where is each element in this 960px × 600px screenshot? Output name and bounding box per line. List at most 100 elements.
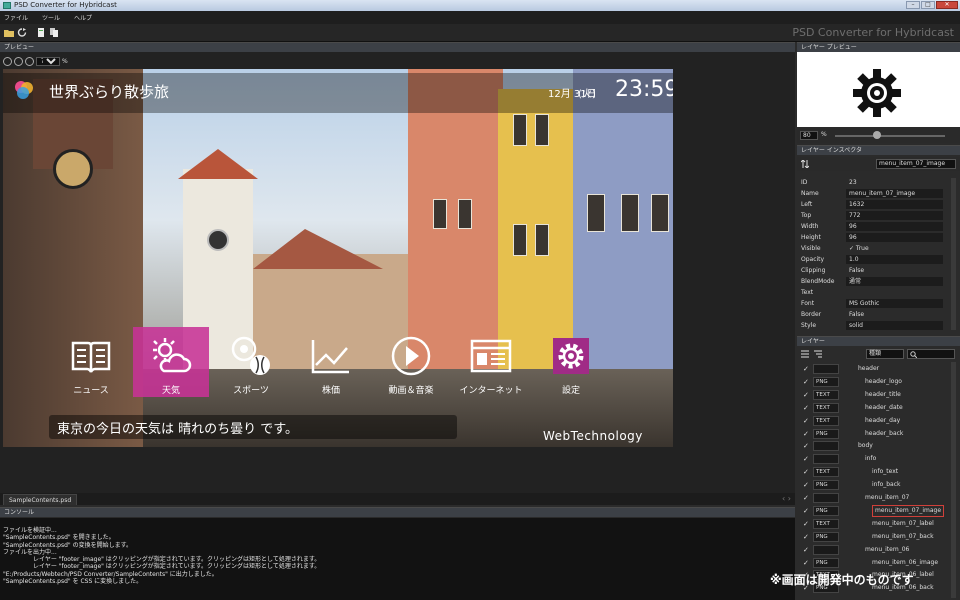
opacity-slider-knob[interactable] [873,131,881,139]
console-line: "E:/Products/Webtech/PSD Converter/Sampl… [3,570,218,578]
visibility-check-icon[interactable]: ✓ [803,507,811,515]
layer-search-input[interactable] [907,349,955,359]
collapse-all-icon[interactable] [814,350,822,358]
zoom-out-icon[interactable] [25,56,34,66]
console-line: "SampleContents.psd" を CSS に変換しました。 [3,578,143,586]
zoom-fit-icon[interactable] [3,56,12,66]
visibility-check-icon[interactable]: ✓ [803,494,811,502]
opacity-slider-track[interactable] [835,135,945,137]
layer-row[interactable]: ✓ PNG info_back [800,479,948,491]
inspector-value[interactable]: 96 [846,222,943,231]
visibility-check-icon[interactable]: ✓ [803,520,811,528]
layer-type-select[interactable]: TEXT [813,415,839,426]
layer-row[interactable]: ✓ TEXT header_day [800,415,948,427]
inspector-value[interactable]: 1632 [846,200,943,209]
visibility-check-icon[interactable]: ✓ [803,430,811,438]
inspector-layer-select[interactable]: menu_item_07_image [876,159,956,169]
layer-row[interactable]: ✓ TEXT header_title [800,389,948,401]
visibility-check-icon[interactable]: ✓ [803,404,811,412]
visibility-check-icon[interactable]: ✓ [803,442,811,450]
layer-type-select[interactable] [813,441,839,452]
menu-help[interactable]: ヘルプ [74,13,92,22]
layer-row[interactable]: ✓ menu_item_06 [800,544,948,556]
layer-type-select[interactable] [813,364,839,374]
copy-icon[interactable] [49,28,59,37]
document-tab[interactable]: SampleContents.psd [3,494,78,505]
document-icon[interactable] [36,28,46,37]
minimize-button[interactable]: – [906,1,920,9]
layer-type-select[interactable]: TEXT [813,389,839,400]
menu-item-stocks[interactable]: 株価 [293,327,369,397]
visibility-check-icon[interactable]: ✓ [803,559,811,567]
layer-row[interactable]: ✓ PNG menu_item_07_back [800,531,948,543]
layer-type-select[interactable]: TEXT [813,402,839,413]
layer-type-select[interactable]: TEXT [813,467,839,478]
layer-row[interactable]: ✓ PNG header_back [800,428,948,440]
visibility-check-icon[interactable]: ✓ [803,481,811,489]
menu-item-internet[interactable]: インターネット [453,327,529,397]
expand-all-icon[interactable] [801,350,809,358]
layer-row[interactable]: ✓ body [800,440,948,452]
stock-chart-icon [311,340,349,374]
layer-row[interactable]: ✓ info [800,453,948,465]
layer-type-select[interactable]: PNG [813,531,839,542]
inspector-value[interactable]: solid [846,321,943,330]
inspector-value[interactable]: menu_item_07_image [846,189,943,198]
zoom-select[interactable]: 70 [36,56,60,66]
opacity-unit: % [821,131,827,138]
menu-item-news[interactable]: ニュース [53,327,129,397]
inspector-value[interactable]: 1.0 [846,255,943,264]
menu-item-label: インターネット [459,386,523,396]
menu-item-settings[interactable]: 設定 [533,327,609,397]
layer-type-select[interactable]: PNG [813,505,839,516]
layer-type-select[interactable] [813,493,839,503]
menu-item-video-music[interactable]: 動画＆音楽 [373,327,449,397]
visibility-check-icon[interactable]: ✓ [803,546,811,554]
layer-filter-select[interactable]: 種類 [866,349,904,359]
visibility-check-icon[interactable]: ✓ [803,455,811,463]
open-folder-icon[interactable] [4,28,14,37]
inspector-row: Name menu_item_07_image [797,189,949,199]
layer-type-select[interactable] [813,544,839,555]
menu-item-weather[interactable]: 天気 [133,327,209,397]
menu-item-sports[interactable]: スポーツ [213,327,289,397]
refresh-icon[interactable] [17,28,27,37]
layer-row[interactable]: ✓ PNG menu_item_06_image [800,557,948,569]
visibility-check-icon[interactable]: ✓ [803,533,811,541]
close-button[interactable]: ✕ [936,1,958,9]
visibility-check-icon[interactable]: ✓ [803,417,811,425]
menu-file[interactable]: ファイル [4,13,28,22]
layer-row[interactable]: ✓ PNG header_logo [800,376,948,388]
inspector-value[interactable]: 通常 [846,277,943,286]
inspector-value[interactable]: 772 [846,211,943,220]
layer-type-select[interactable]: PNG [813,557,839,568]
opacity-input[interactable]: 80 [800,131,818,140]
layers-scrollbar[interactable] [951,362,956,598]
layer-row[interactable]: ✓ TEXT header_date [800,402,948,414]
zoom-in-icon[interactable] [14,56,23,66]
layer-row[interactable]: ✓ menu_item_07 [800,492,948,504]
visibility-check-icon[interactable]: ✓ [803,391,811,399]
inspector-value[interactable]: MS Gothic [846,299,943,308]
tab-scroll-arrows[interactable]: ‹ › [782,494,791,503]
layer-row[interactable]: ✓ header [800,363,948,375]
sort-icon[interactable] [801,160,809,168]
layer-type-select[interactable]: TEXT [813,518,839,529]
layer-type-select[interactable]: PNG [813,428,839,439]
visibility-check-icon[interactable]: ✓ [803,378,811,386]
inspector-value[interactable]: 96 [846,233,943,242]
menu-tools[interactable]: ツール [42,13,60,22]
layer-row[interactable]: ✓ TEXT menu_item_07_label [800,518,948,530]
layer-type-select[interactable] [813,454,839,465]
layer-type-select[interactable]: PNG [813,480,839,491]
visibility-check-icon[interactable]: ✓ [803,468,811,476]
layer-row[interactable]: ✓ PNG menu_item_07_image [800,504,948,517]
layer-row[interactable]: ✓ TEXT info_text [800,466,948,478]
gear-icon [853,69,901,117]
inspector-key: BlendMode [801,278,835,285]
layer-type-select[interactable]: PNG [813,376,839,387]
maximize-button[interactable]: □ [921,1,935,9]
visibility-check-icon[interactable]: ✓ [803,365,811,373]
inspector-key: Opacity [801,256,825,263]
inspector-scrollbar[interactable] [951,178,956,330]
